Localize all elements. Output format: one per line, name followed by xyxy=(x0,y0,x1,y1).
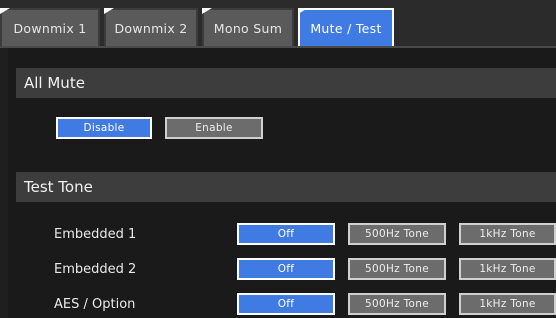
embedded-1-1khz-button[interactable]: 1kHz Tone xyxy=(459,223,556,245)
row-label-embedded-2: Embedded 2 xyxy=(54,261,137,277)
row-label-aes-option: AES / Option xyxy=(54,296,136,312)
tab-downmix-1[interactable]: Downmix 1 xyxy=(0,8,100,46)
embedded-2-500hz-button[interactable]: 500Hz Tone xyxy=(348,258,446,280)
aes-option-1khz-button[interactable]: 1kHz Tone xyxy=(459,293,556,315)
tab-mono-sum[interactable]: Mono Sum xyxy=(202,8,294,46)
row-label-embedded-1: Embedded 1 xyxy=(54,226,137,242)
aes-option-off-button[interactable]: Off xyxy=(237,293,335,315)
section-header-test-tone: Test Tone xyxy=(16,172,556,202)
embedded-2-1khz-button[interactable]: 1kHz Tone xyxy=(459,258,556,280)
embedded-1-500hz-button[interactable]: 500Hz Tone xyxy=(348,223,446,245)
section-header-all-mute: All Mute xyxy=(16,68,556,98)
tab-downmix-2[interactable]: Downmix 2 xyxy=(104,8,198,46)
tab-mute-test[interactable]: Mute / Test xyxy=(298,8,394,46)
aes-option-500hz-button[interactable]: 500Hz Tone xyxy=(348,293,446,315)
all-mute-enable-button[interactable]: Enable xyxy=(165,117,263,139)
tab-bar: Downmix 1 Downmix 2 Mono Sum Mute / Test xyxy=(0,0,556,48)
embedded-2-off-button[interactable]: Off xyxy=(237,258,335,280)
all-mute-disable-button[interactable]: Disable xyxy=(56,117,152,139)
section-title: Test Tone xyxy=(24,178,93,196)
section-title: All Mute xyxy=(24,74,85,92)
embedded-1-off-button[interactable]: Off xyxy=(237,223,335,245)
